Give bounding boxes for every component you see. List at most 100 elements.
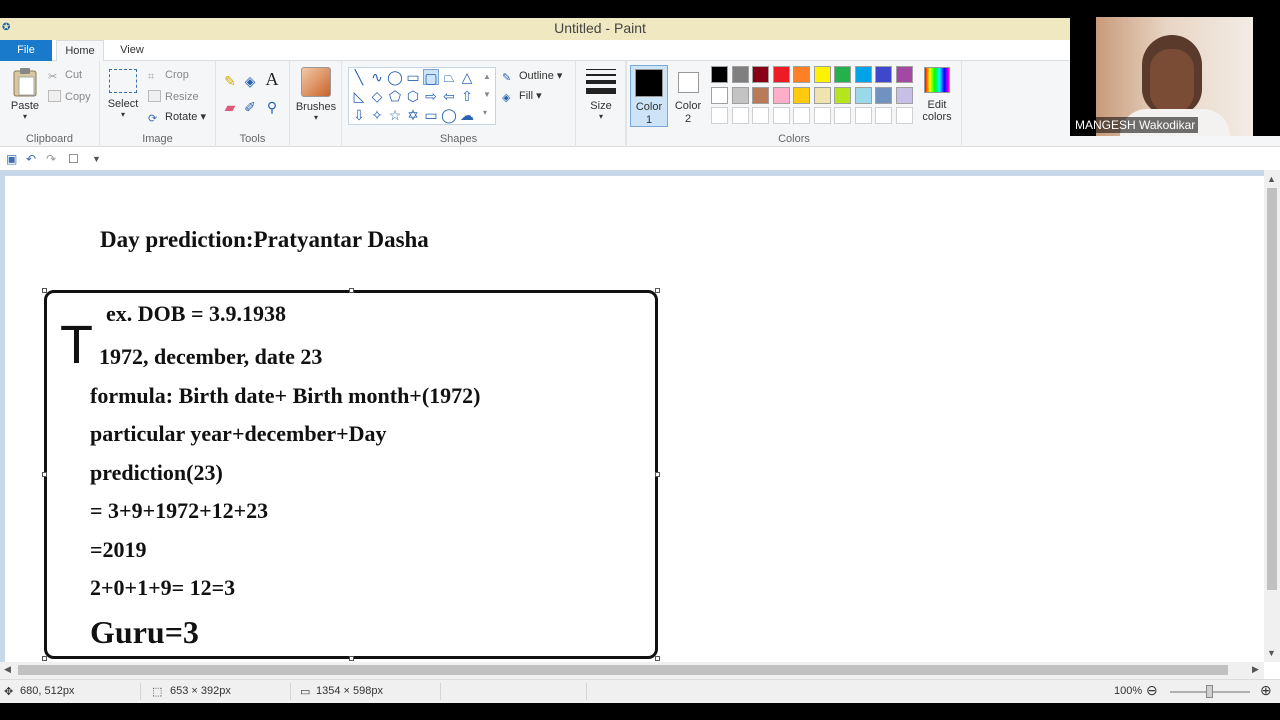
- zoom-out-icon[interactable]: ⊖: [1146, 682, 1158, 699]
- resize-button[interactable]: Resize: [148, 90, 199, 103]
- resize-handle-ml[interactable]: [42, 472, 47, 477]
- custom-color-slot[interactable]: [834, 107, 851, 124]
- custom-color-slot[interactable]: [895, 107, 913, 124]
- color-swatch[interactable]: [793, 86, 810, 104]
- left-arrow-shape-icon[interactable]: ⇦: [441, 88, 457, 104]
- resize-handle-bl[interactable]: [42, 656, 47, 661]
- select-icon: [109, 69, 137, 93]
- text-tool-icon[interactable]: A: [264, 70, 280, 88]
- horizontal-scroll-thumb[interactable]: [18, 665, 1228, 675]
- copy-button[interactable]: Copy: [48, 90, 91, 103]
- color-swatch[interactable]: [854, 86, 872, 104]
- tab-view[interactable]: View: [110, 40, 154, 61]
- color-swatch[interactable]: [834, 86, 851, 104]
- scroll-up-icon[interactable]: ▲: [483, 72, 491, 81]
- save-icon[interactable]: ▣: [6, 152, 17, 166]
- custom-color-slot[interactable]: [711, 107, 728, 124]
- tab-home[interactable]: Home: [56, 40, 104, 61]
- customize-dropdown-icon[interactable]: ▼: [92, 154, 101, 164]
- fill-bucket-icon[interactable]: ◈: [242, 73, 258, 89]
- up-arrow-shape-icon[interactable]: ⇧: [459, 88, 475, 104]
- custom-color-slot[interactable]: [813, 107, 831, 124]
- custom-color-slot[interactable]: [854, 107, 872, 124]
- cut-button[interactable]: ✂ Cut: [48, 69, 82, 83]
- right-arrow-shape-icon[interactable]: ⇨: [423, 88, 439, 104]
- hexagon-shape-icon[interactable]: ⬡: [405, 88, 421, 104]
- new-icon[interactable]: ☐: [68, 152, 79, 166]
- color-swatch[interactable]: [752, 66, 769, 83]
- crop-button[interactable]: ⌗ Crop: [148, 69, 189, 83]
- rounded-rectangle-shape-icon[interactable]: ▢: [423, 69, 439, 86]
- resize-handle-tr[interactable]: [655, 288, 660, 293]
- color-swatch[interactable]: [793, 66, 810, 83]
- scroll-right-arrow-icon[interactable]: ▶: [1252, 664, 1259, 675]
- outline-button[interactable]: ✎ Outline ▾: [502, 69, 562, 84]
- custom-color-slot[interactable]: [875, 107, 892, 124]
- resize-handle-tl[interactable]: [42, 288, 47, 293]
- size-button[interactable]: Size ▾: [582, 69, 620, 121]
- rotate-button[interactable]: ⟳ Rotate ▾: [148, 110, 206, 125]
- resize-handle-tc[interactable]: [349, 288, 354, 293]
- callout-rect-shape-icon[interactable]: ▭: [423, 107, 439, 123]
- color-swatch[interactable]: [711, 66, 728, 83]
- horizontal-scrollbar[interactable]: ◀ ▶: [0, 662, 1264, 679]
- six-point-star-shape-icon[interactable]: ✡: [405, 107, 421, 123]
- scroll-left-arrow-icon[interactable]: ◀: [4, 664, 11, 675]
- pencil-icon[interactable]: ✎: [222, 73, 238, 89]
- select-button[interactable]: Select ▾: [106, 69, 140, 119]
- undo-icon[interactable]: ↶: [26, 152, 36, 166]
- resize-handle-mr[interactable]: [655, 472, 660, 477]
- tab-file[interactable]: File: [0, 40, 52, 61]
- five-point-star-shape-icon[interactable]: ☆: [387, 107, 403, 123]
- color-swatch[interactable]: [752, 86, 769, 104]
- color-swatch[interactable]: [875, 86, 892, 104]
- color-swatch[interactable]: [711, 86, 728, 104]
- color-swatch[interactable]: [895, 66, 913, 83]
- oval-shape-icon[interactable]: ◯: [387, 69, 403, 85]
- right-triangle-shape-icon[interactable]: ◺: [351, 88, 367, 104]
- edit-colors-button[interactable]: Edit colors: [917, 67, 957, 123]
- redo-icon[interactable]: ↷: [46, 152, 56, 166]
- custom-color-slot[interactable]: [772, 107, 790, 124]
- diamond-shape-icon[interactable]: ◇: [369, 88, 385, 104]
- custom-color-slot[interactable]: [731, 107, 749, 124]
- color-swatch[interactable]: [772, 86, 790, 104]
- color-swatch[interactable]: [731, 86, 749, 104]
- cloud-callout-shape-icon[interactable]: ☁: [459, 107, 475, 123]
- color-swatch[interactable]: [854, 66, 872, 83]
- resize-handle-bc[interactable]: [349, 656, 354, 661]
- custom-color-slot[interactable]: [793, 107, 810, 124]
- brushes-button[interactable]: Brushes ▾: [295, 67, 337, 122]
- scroll-down-arrow-icon[interactable]: ▼: [1267, 648, 1276, 658]
- pentagon-shape-icon[interactable]: ⬠: [387, 88, 403, 104]
- shapes-expand-icon[interactable]: ▾: [483, 108, 487, 117]
- color-swatch[interactable]: [731, 66, 749, 83]
- paste-button[interactable]: Paste ▾: [6, 67, 44, 121]
- fill-button[interactable]: ◈ Fill ▾: [502, 89, 542, 104]
- zoom-slider-thumb[interactable]: [1206, 685, 1213, 698]
- rectangle-shape-icon[interactable]: ▭: [405, 69, 421, 85]
- color-swatch[interactable]: [875, 66, 892, 83]
- callout-oval-shape-icon[interactable]: ◯: [441, 107, 457, 123]
- line-shape-icon[interactable]: ╲: [351, 69, 367, 85]
- vertical-scroll-thumb[interactable]: [1267, 188, 1277, 590]
- eraser-icon[interactable]: ▰: [222, 99, 238, 115]
- color-swatch[interactable]: [834, 66, 851, 83]
- resize-handle-br[interactable]: [655, 656, 660, 661]
- color-picker-icon[interactable]: ✐: [242, 99, 258, 115]
- magnifier-icon[interactable]: ⚲: [264, 99, 280, 115]
- scroll-down-icon[interactable]: ▼: [483, 90, 491, 99]
- color-swatch[interactable]: [813, 66, 831, 83]
- zoom-in-icon[interactable]: ⊕: [1260, 682, 1272, 699]
- custom-color-slot[interactable]: [752, 107, 769, 124]
- four-point-star-shape-icon[interactable]: ✧: [369, 107, 385, 123]
- color-swatch[interactable]: [772, 66, 790, 83]
- color-swatch[interactable]: [813, 86, 831, 104]
- polygon-shape-icon[interactable]: ⏢: [441, 69, 457, 85]
- scroll-up-arrow-icon[interactable]: ▲: [1267, 174, 1276, 184]
- triangle-shape-icon[interactable]: △: [459, 69, 475, 85]
- curve-shape-icon[interactable]: ∿: [369, 69, 385, 85]
- vertical-scrollbar[interactable]: ▲ ▼: [1264, 170, 1280, 662]
- down-arrow-shape-icon[interactable]: ⇩: [351, 107, 367, 123]
- color-swatch[interactable]: [895, 86, 913, 104]
